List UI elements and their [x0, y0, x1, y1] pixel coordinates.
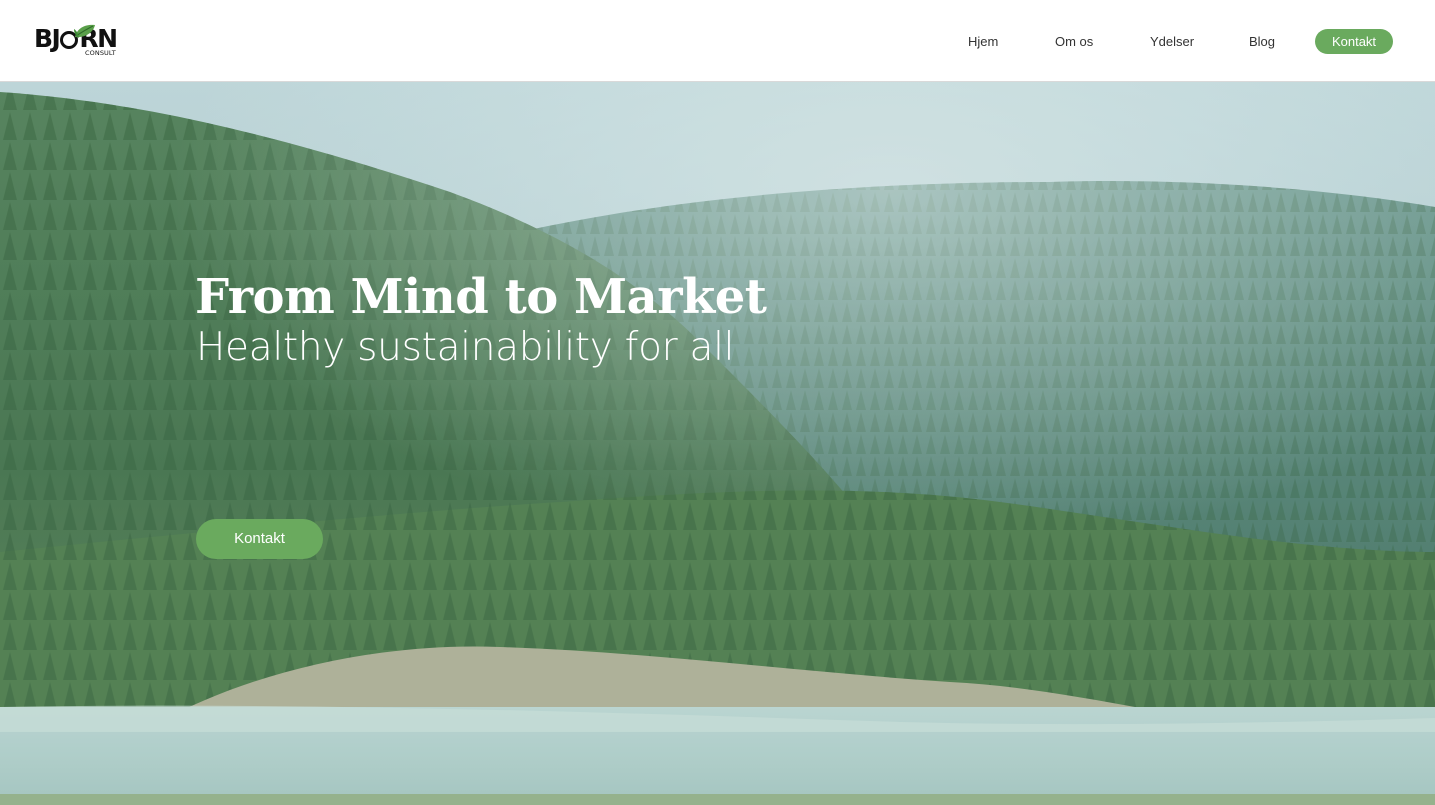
nav-item-ydelser[interactable]: Ydelser [1150, 29, 1194, 54]
main-nav: Hjem Om os Ydelser Blog Kontakt [0, 29, 1435, 54]
nav-kontakt-button[interactable]: Kontakt [1315, 29, 1393, 54]
hero-section: From Mind to Market Healthy sustainabili… [0, 82, 1435, 805]
nav-item-hjem[interactable]: Hjem [968, 29, 998, 54]
nav-item-blog[interactable]: Blog [1249, 29, 1275, 54]
hero-title: From Mind to Market [195, 269, 767, 325]
hero-kontakt-button[interactable]: Kontakt [196, 519, 323, 559]
site-header: BJ RN CONSULT Hjem Om os Ydelser Blog Kon… [0, 0, 1435, 82]
hero-subtitle: Healthy sustainability for all [196, 325, 735, 370]
nav-item-om-os[interactable]: Om os [1055, 29, 1093, 54]
forest-lake-background-image [0, 82, 1435, 805]
